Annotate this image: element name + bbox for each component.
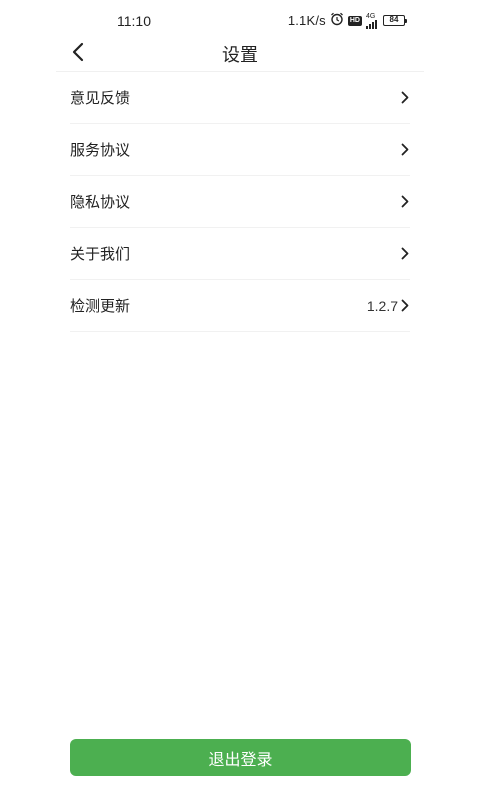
signal-bars <box>366 19 377 29</box>
signal-icon: 4G <box>366 13 377 29</box>
chevron-right-icon <box>400 143 410 157</box>
settings-item-right <box>398 195 410 209</box>
settings-item-service-agreement[interactable]: 服务协议 <box>70 124 410 176</box>
page-title: 设置 <box>222 45 258 65</box>
settings-item-right <box>398 247 410 261</box>
battery-level: 84 <box>383 15 405 26</box>
chevron-right-icon <box>400 299 410 313</box>
settings-item-privacy-agreement[interactable]: 隐私协议 <box>70 176 410 228</box>
chevron-right-icon <box>400 247 410 261</box>
version-value: 1.2.7 <box>366 297 398 314</box>
hd-icon: HD <box>347 15 362 26</box>
nav-bar: 设置 <box>56 32 424 72</box>
alarm-icon <box>330 12 344 29</box>
settings-item-label: 隐私协议 <box>70 194 131 211</box>
network-speed: 1.1K/s <box>287 13 326 28</box>
settings-item-label: 检测更新 <box>70 298 131 315</box>
network-type: 4G <box>366 12 376 20</box>
logout-button[interactable]: 退出登录 <box>70 739 411 776</box>
settings-item-label: 服务协议 <box>70 142 131 159</box>
settings-item-label: 关于我们 <box>70 246 131 263</box>
status-indicators: 1.1K/s HD 4G 84 <box>288 12 407 29</box>
settings-item-check-update[interactable]: 检测更新 1.2.7 <box>70 280 410 332</box>
chevron-right-icon <box>400 91 410 105</box>
settings-item-right: 1.2.7 <box>367 298 410 314</box>
settings-item-about-us[interactable]: 关于我们 <box>70 228 410 280</box>
chevron-right-icon <box>400 195 410 209</box>
settings-list: 意见反馈 服务协议 隐私协议 关于我们 检测更新 1.2.7 <box>70 72 410 332</box>
settings-item-right <box>398 143 410 157</box>
settings-item-right <box>398 91 410 105</box>
settings-item-label: 意见反馈 <box>70 90 131 107</box>
status-time: 11:10 <box>117 13 151 29</box>
settings-item-feedback[interactable]: 意见反馈 <box>70 72 410 124</box>
battery-icon: 84 <box>383 15 407 26</box>
